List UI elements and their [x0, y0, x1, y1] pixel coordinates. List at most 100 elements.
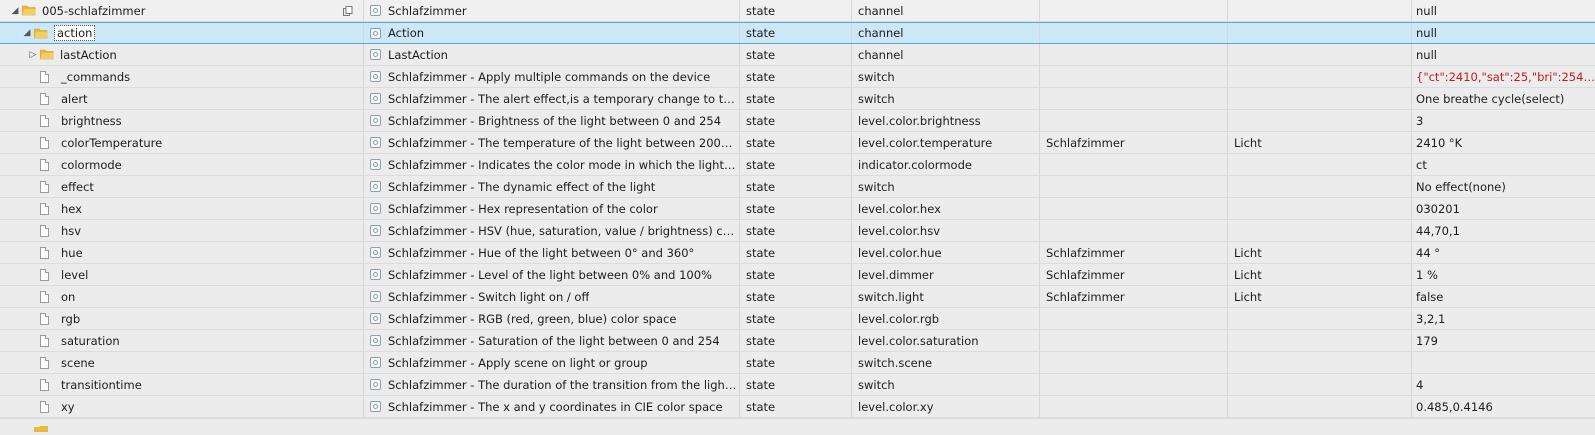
tree-row-on[interactable]: on Schlafzimmer - Switch light on / off st… — [0, 286, 1595, 308]
value-cell[interactable]: {"ct":2410,"sat":25,"bri":254,"t — [1412, 66, 1595, 87]
function-cell — [1228, 110, 1412, 131]
tree-row-lastAction[interactable]: ▷ lastAction LastAction state channel null — [0, 44, 1595, 66]
value-cell[interactable]: 44,70,1 — [1412, 220, 1595, 241]
tree-row-brightness[interactable]: brightness Schlafzimmer - Brightness of t… — [0, 110, 1595, 132]
id-cell: rgb — [0, 308, 364, 329]
object-name: Schlafzimmer - The duration of the trans… — [388, 377, 739, 392]
file-icon — [40, 158, 49, 171]
collapse-icon[interactable]: ◢ — [20, 28, 34, 38]
role-text: level.color.hsv — [858, 223, 941, 238]
role-cell: level.color.rgb — [852, 308, 1040, 329]
value-cell[interactable]: null — [1412, 0, 1595, 21]
function-cell — [1228, 66, 1412, 87]
file-icon — [40, 246, 49, 259]
value-cell[interactable]: false — [1412, 286, 1595, 307]
value-cell[interactable]: 2410 °K — [1412, 132, 1595, 153]
object-name: Schlafzimmer - Switch light on / off — [388, 289, 590, 304]
tree-row-effect[interactable]: effect Schlafzimmer - The dynamic effect … — [0, 176, 1595, 198]
type-cell: state — [740, 242, 852, 263]
tree-row-colormode[interactable]: colormode Schlafzimmer - Indicates the co… — [0, 154, 1595, 176]
value-cell[interactable]: 030201 — [1412, 198, 1595, 219]
object-name: Schlafzimmer - The dynamic effect of the… — [388, 179, 656, 194]
tree-row-scene[interactable]: scene Schlafzimmer - Apply scene on light… — [0, 352, 1595, 374]
type-cell: state — [740, 110, 852, 131]
object-id: colormode — [61, 157, 122, 172]
tree-row-xy[interactable]: xy Schlafzimmer - The x and y coordinates… — [0, 396, 1595, 418]
function-text: Licht — [1234, 135, 1262, 150]
value-cell[interactable]: 0.485,0.4146 — [1412, 396, 1595, 417]
value-cell[interactable]: 3 — [1412, 110, 1595, 131]
object-name: Schlafzimmer - Hue of the light between … — [388, 245, 695, 260]
value-cell[interactable]: 44 ° — [1412, 242, 1595, 263]
type-text: state — [746, 113, 776, 128]
function-cell — [1228, 176, 1412, 197]
tree-row-colorTemperature[interactable]: colorTemperature Schlafzimmer - The tempe… — [0, 132, 1595, 154]
object-tree-table: ◢ 005-schlafzimmer Schlafzimmer state channe… — [0, 0, 1595, 418]
object-id: alert — [61, 91, 88, 106]
type-cell: state — [740, 198, 852, 219]
object-icon — [370, 27, 381, 39]
file-icon — [40, 114, 49, 127]
role-cell: level.color.hex — [852, 198, 1040, 219]
tree-row-rgb[interactable]: rgb Schlafzimmer - RGB (red, green, blue)… — [0, 308, 1595, 330]
value-cell[interactable]: One breathe cycle(select) — [1412, 88, 1595, 109]
role-cell: level.dimmer — [852, 264, 1040, 285]
value-cell[interactable] — [1412, 352, 1595, 373]
object-icon — [370, 357, 381, 368]
room-cell — [1040, 66, 1228, 87]
id-cell: hex — [0, 198, 364, 219]
room-cell — [1040, 44, 1228, 65]
value-cell[interactable]: 1 % — [1412, 264, 1595, 285]
tree-row-hsv[interactable]: hsv Schlafzimmer - HSV (hue, saturation, … — [0, 220, 1595, 242]
value-cell[interactable]: 179 — [1412, 330, 1595, 351]
tree-row-hex[interactable]: hex Schlafzimmer - Hex representation of … — [0, 198, 1595, 220]
value-cell[interactable]: No effect(none) — [1412, 176, 1595, 197]
value-cell[interactable]: null — [1412, 23, 1595, 43]
type-text: state — [746, 311, 776, 326]
tree-row-commands[interactable]: _commands Schlafzimmer - Apply multiple c… — [0, 66, 1595, 88]
file-icon — [40, 312, 49, 325]
function-cell: Licht — [1228, 242, 1412, 263]
expand-icon[interactable]: ▷ — [26, 50, 40, 60]
value-text: {"ct":2410,"sat":25,"bri":254,"t — [1416, 69, 1595, 84]
role-text: level.color.brightness — [858, 113, 981, 128]
id-cell: effect — [0, 176, 364, 197]
room-cell — [1040, 220, 1228, 241]
object-id: xy — [61, 399, 75, 414]
role-cell: level.color.xy — [852, 396, 1040, 417]
object-id: effect — [61, 179, 94, 194]
object-id: level — [61, 267, 89, 282]
room-cell — [1040, 110, 1228, 131]
type-cell: state — [740, 154, 852, 175]
tree-row-saturation[interactable]: saturation Schlafzimmer - Saturation of t… — [0, 330, 1595, 352]
value-cell[interactable]: ct — [1412, 154, 1595, 175]
tree-row-transitiontime[interactable]: transitiontime Schlafzimmer - The duratio… — [0, 374, 1595, 396]
role-cell: channel — [852, 44, 1040, 65]
function-text: Licht — [1234, 245, 1262, 260]
object-id: hsv — [61, 223, 82, 238]
value-text: null — [1416, 47, 1437, 62]
room-cell: Schlafzimmer — [1040, 264, 1228, 285]
object-name: Schlafzimmer - Level of the light betwee… — [388, 267, 712, 282]
tree-row-level[interactable]: level Schlafzimmer - Level of the light b… — [0, 264, 1595, 286]
room-cell: Schlafzimmer — [1040, 242, 1228, 263]
tree-row-action[interactable]: ◢ action Action state channel null — [0, 22, 1595, 44]
role-text: channel — [858, 26, 904, 40]
object-name: Schlafzimmer - The temperature of the li… — [388, 135, 739, 150]
value-cell[interactable]: 4 — [1412, 374, 1595, 395]
tree-row-alert[interactable]: alert Schlafzimmer - The alert effect,is … — [0, 88, 1595, 110]
object-icon — [370, 159, 381, 170]
function-cell — [1228, 154, 1412, 175]
room-text: Schlafzimmer — [1046, 245, 1125, 260]
id-cell: xy — [0, 396, 364, 417]
collapse-icon[interactable]: ◢ — [8, 6, 22, 16]
tree-row-005schlafzimmer[interactable]: ◢ 005-schlafzimmer Schlafzimmer state channe… — [0, 0, 1595, 22]
tree-row-hue[interactable]: hue Schlafzimmer - Hue of the light betwe… — [0, 242, 1595, 264]
function-cell — [1228, 0, 1412, 21]
value-cell[interactable]: null — [1412, 44, 1595, 65]
function-cell — [1228, 44, 1412, 65]
object-icon — [370, 93, 381, 104]
object-name: Schlafzimmer — [388, 3, 467, 18]
value-cell[interactable]: 3,2,1 — [1412, 308, 1595, 329]
copy-icon[interactable] — [343, 5, 353, 16]
